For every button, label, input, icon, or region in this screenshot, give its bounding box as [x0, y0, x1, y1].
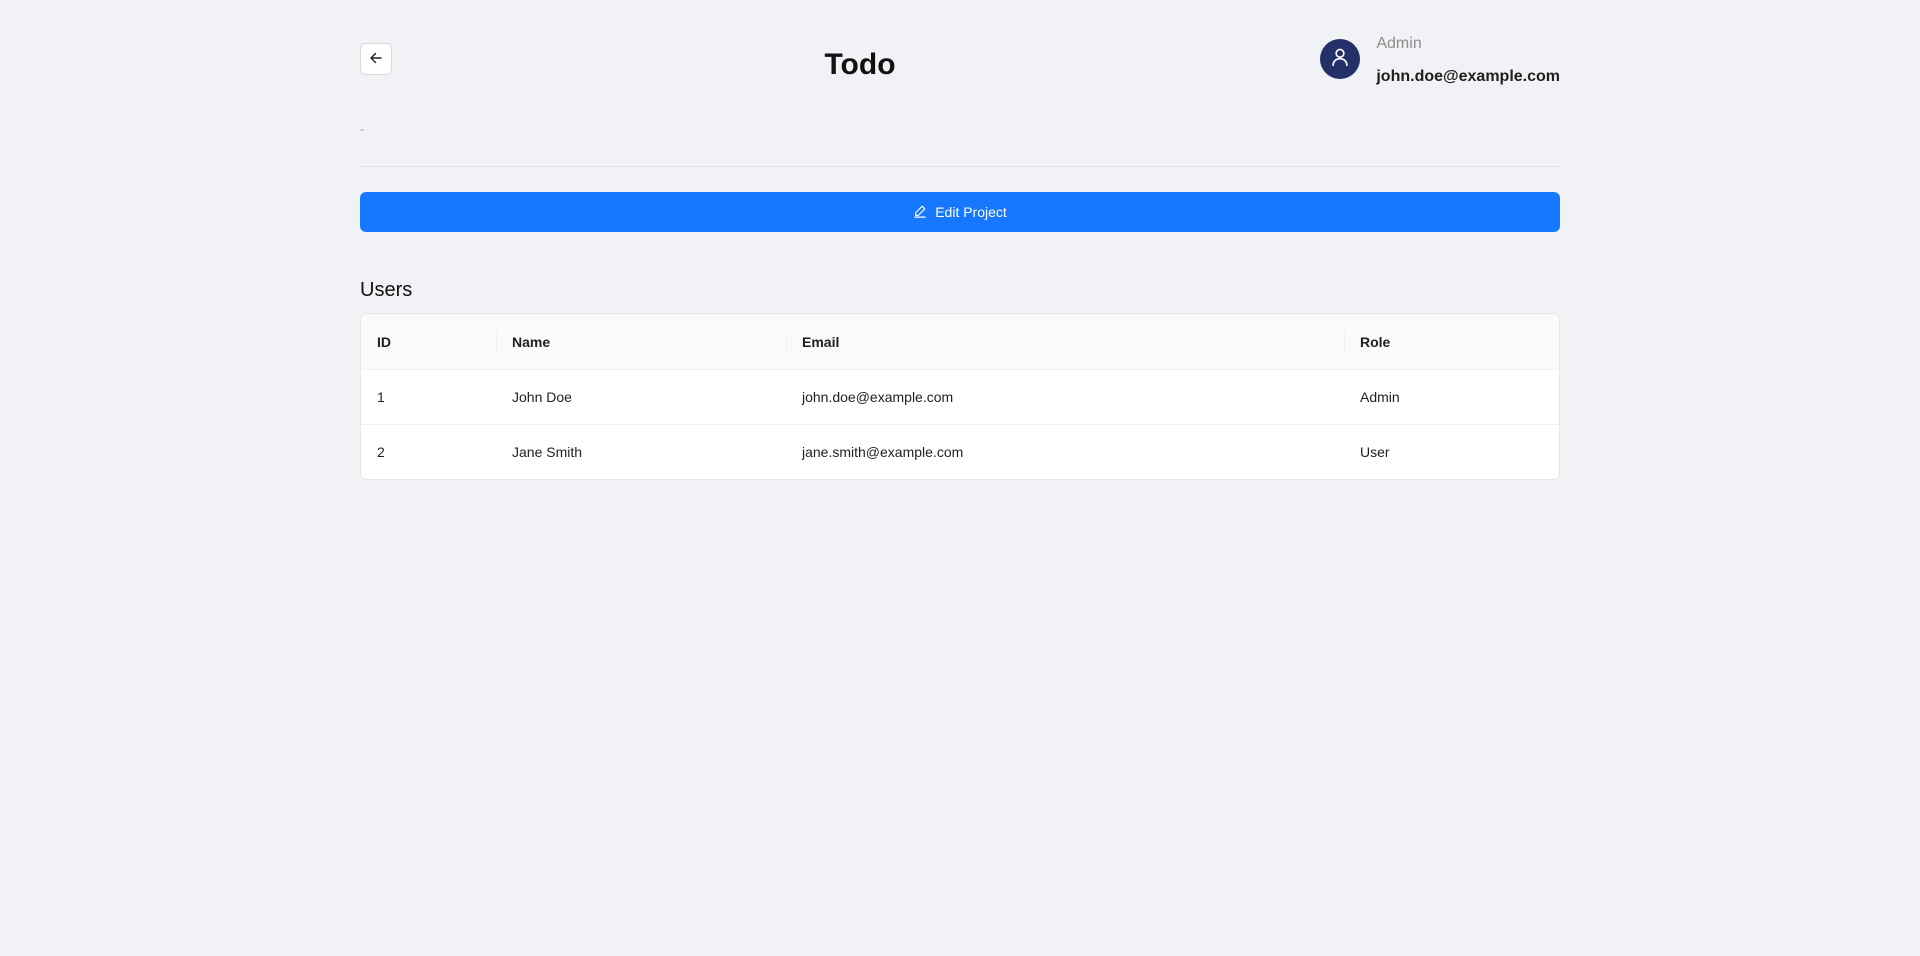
table-row[interactable]: 1 John Doe john.doe@example.com Admin	[361, 369, 1559, 425]
column-header-role[interactable]: Role	[1344, 314, 1559, 370]
divider	[360, 166, 1560, 167]
cell-id: 1	[361, 369, 496, 425]
table-header-row: ID Name Email Role	[361, 314, 1559, 370]
cell-email: john.doe@example.com	[786, 369, 1344, 425]
project-description: -	[360, 122, 364, 136]
column-header-name[interactable]: Name	[496, 314, 786, 370]
users-section-title: Users	[360, 279, 413, 301]
avatar[interactable]	[1320, 39, 1361, 79]
page-container: Todo Admin john.doe@example.com - Edit P…	[360, 0, 1560, 480]
user-icon	[1329, 46, 1351, 73]
cell-name: John Doe	[496, 369, 786, 425]
edit-project-button[interactable]: Edit Project	[360, 192, 1560, 232]
user-meta: Admin john.doe@example.com	[1376, 34, 1560, 87]
page-title: Todo	[824, 48, 896, 81]
column-header-email[interactable]: Email	[786, 314, 1344, 370]
cell-id: 2	[377, 444, 385, 460]
table-row[interactable]: 2 Jane Smith jane.smith@example.com User	[361, 425, 1559, 480]
users-table: ID Name Email Role 1 John Doe john.doe@e…	[360, 313, 1560, 480]
cell-role: User	[1360, 444, 1390, 460]
page-header: Todo Admin john.doe@example.com	[360, 0, 1560, 110]
cell-role: Admin	[1344, 369, 1559, 425]
cell-email: jane.smith@example.com	[802, 444, 964, 460]
user-role: Admin	[1376, 35, 1422, 52]
edit-icon	[913, 204, 935, 221]
edit-project-label: Edit Project	[935, 204, 1007, 220]
user-info: Admin john.doe@example.com	[1320, 34, 1560, 87]
column-header-id[interactable]: ID	[361, 314, 496, 370]
cell-name: Jane Smith	[512, 444, 583, 460]
user-email: john.doe@example.com	[1376, 68, 1560, 85]
